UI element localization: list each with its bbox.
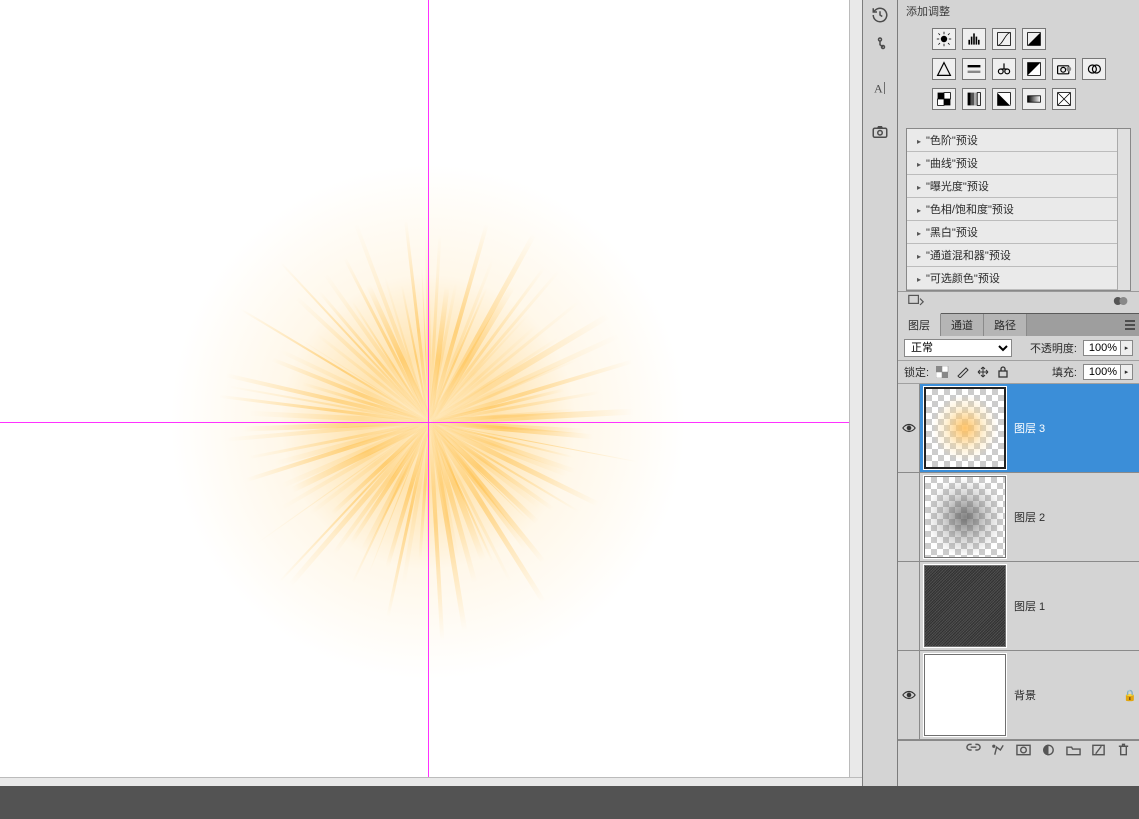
lock-fill-row: 锁定: 填充: ▸: [898, 361, 1139, 384]
preset-item[interactable]: "色阶"预设: [907, 129, 1117, 152]
gradient-map-icon[interactable]: [1022, 88, 1046, 110]
delete-layer-icon[interactable]: [1116, 743, 1131, 760]
opacity-stepper[interactable]: ▸: [1121, 340, 1133, 356]
preset-item[interactable]: "色相/饱和度"预设: [907, 198, 1117, 221]
channel-mixer-icon[interactable]: [1082, 58, 1106, 80]
black-white-icon[interactable]: [1022, 58, 1046, 80]
layer-name-label: 图层 2: [1014, 509, 1121, 525]
exposure-icon[interactable]: [1022, 28, 1046, 50]
actions-icon[interactable]: [863, 30, 897, 58]
tab-channels[interactable]: 通道: [941, 314, 984, 336]
curves-icon[interactable]: [992, 28, 1016, 50]
layer-row[interactable]: 图层 2: [898, 473, 1139, 562]
posterize-icon[interactable]: [962, 88, 986, 110]
layer-row[interactable]: 背景 🔒: [898, 651, 1139, 740]
history-icon[interactable]: [863, 1, 897, 29]
layer-style-icon[interactable]: [991, 743, 1006, 760]
preset-item[interactable]: "曲线"预设: [907, 152, 1117, 175]
layer-name-label: 图层 3: [1014, 420, 1121, 436]
lock-transparency-icon[interactable]: [935, 365, 951, 379]
preset-item[interactable]: "可选颜色"预设: [907, 267, 1117, 290]
layer-visibility-toggle[interactable]: [898, 562, 920, 650]
adjustment-presets-list: "色阶"预设"曲线"预设"曝光度"预设"色相/饱和度"预设"黑白"预设"通道混和…: [906, 128, 1131, 291]
layers-footer: [898, 740, 1139, 762]
adjustments-icon-grid: [898, 22, 1139, 128]
lock-pixels-icon[interactable]: [955, 365, 971, 379]
new-group-icon[interactable]: [1066, 743, 1081, 760]
layer-row[interactable]: 图层 3: [898, 384, 1139, 473]
expand-view-icon[interactable]: [908, 294, 924, 311]
character-panel-icon[interactable]: A: [863, 74, 897, 102]
photo-filter-icon[interactable]: [1052, 58, 1076, 80]
layer-name-label: 图层 1: [1014, 598, 1121, 614]
snapshot-icon[interactable]: [863, 118, 897, 146]
invert-icon[interactable]: [932, 88, 956, 110]
layer-mask-icon[interactable]: [1016, 743, 1031, 760]
link-layers-icon[interactable]: [966, 743, 981, 760]
new-adjustment-layer-icon[interactable]: [1041, 743, 1056, 760]
presets-scrollbar[interactable]: [1117, 129, 1130, 290]
adjustments-title: 添加调整: [898, 0, 1139, 22]
lock-all-icon[interactable]: [995, 365, 1011, 379]
opacity-label: 不透明度:: [1030, 340, 1077, 356]
right-panel-column: 添加调整 "色阶"预设"曲线"预设"曝光度"预设"色相/饱和度"预设"黑白"预设…: [898, 0, 1139, 786]
brightness-contrast-icon[interactable]: [932, 28, 956, 50]
guide-horizontal[interactable]: [0, 422, 849, 423]
layer-visibility-toggle[interactable]: [898, 384, 920, 472]
layers-list: 图层 3 图层 2 图层 1 背景 🔒: [898, 384, 1139, 740]
layer-name-label: 背景: [1014, 687, 1121, 703]
document-canvas[interactable]: [0, 0, 849, 777]
layer-visibility-toggle[interactable]: [898, 651, 920, 739]
adjustments-footer: [898, 291, 1139, 313]
preset-item[interactable]: "曝光度"预设: [907, 175, 1117, 198]
svg-text:A: A: [874, 82, 883, 96]
levels-icon[interactable]: [962, 28, 986, 50]
new-layer-icon[interactable]: [1091, 743, 1106, 760]
selective-color-icon[interactable]: [1052, 88, 1076, 110]
tab-paths[interactable]: 路径: [984, 314, 1027, 336]
blend-opacity-row: 正常 不透明度: ▸: [898, 336, 1139, 361]
threshold-icon[interactable]: [992, 88, 1016, 110]
lock-label: 锁定:: [904, 364, 929, 380]
canvas-area: [0, 0, 862, 786]
guide-vertical[interactable]: [428, 0, 429, 777]
fill-label: 填充:: [1052, 364, 1077, 380]
tab-layers[interactable]: 图层: [898, 313, 941, 336]
preset-item[interactable]: "通道混和器"预设: [907, 244, 1117, 267]
scrollbar-horizontal[interactable]: [0, 777, 862, 786]
hue-saturation-icon[interactable]: [962, 58, 986, 80]
opacity-input[interactable]: [1083, 340, 1121, 356]
panel-tabs: 图层 通道 路径: [898, 313, 1139, 336]
preset-item[interactable]: "黑白"预设: [907, 221, 1117, 244]
blend-mode-select[interactable]: 正常: [904, 339, 1012, 357]
layer-visibility-toggle[interactable]: [898, 473, 920, 561]
fill-input[interactable]: [1083, 364, 1121, 380]
lock-position-icon[interactable]: [975, 365, 991, 379]
scrollbar-vertical[interactable]: [849, 0, 862, 777]
clip-to-layer-icon[interactable]: [1113, 294, 1129, 311]
panel-menu-icon[interactable]: [1121, 314, 1139, 336]
fill-stepper[interactable]: ▸: [1121, 364, 1133, 380]
layer-row[interactable]: 图层 1: [898, 562, 1139, 651]
collapsed-panel-dock: A: [862, 0, 898, 786]
layer-lock-indicator: 🔒: [1121, 689, 1139, 702]
color-balance-icon[interactable]: [992, 58, 1016, 80]
vibrance-icon[interactable]: [932, 58, 956, 80]
